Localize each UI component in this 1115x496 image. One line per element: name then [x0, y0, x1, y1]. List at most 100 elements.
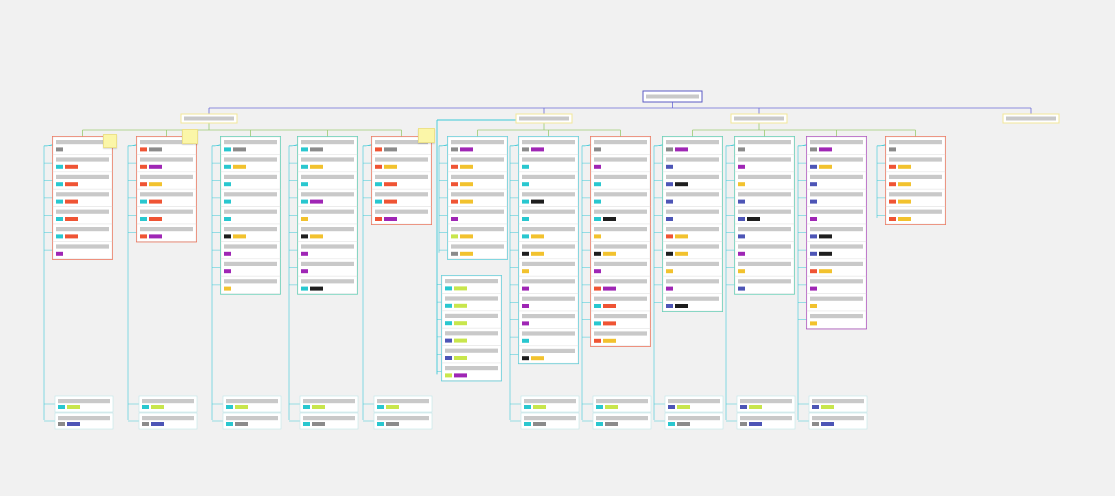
column-6-card-6-tag-orange	[460, 234, 473, 239]
column-2-card-6	[136, 223, 197, 242]
column-8-card-12-tag-orange	[603, 338, 616, 343]
column-7-card-13-box	[518, 345, 579, 364]
column-8-footer-2	[592, 412, 652, 430]
sticky-note-1[interactable]	[103, 134, 117, 148]
column-6-subcard-2-tag-cyan	[445, 303, 452, 308]
column-9-footer-2-title-placeholder	[668, 416, 720, 421]
column-7-card-13	[518, 345, 579, 364]
column-6-subcard-2-box	[441, 293, 502, 312]
column-9-card-2-title-placeholder	[666, 157, 719, 162]
column-11-card-4-box	[806, 188, 867, 207]
group-2-placeholder-text	[519, 116, 569, 121]
column-12-card-1-title-placeholder	[889, 140, 942, 145]
column-11-card-8-tag-orange	[819, 269, 832, 274]
column-11-card-6-tag-navy	[810, 234, 817, 239]
column-11-footer-2-tag-navy	[821, 422, 834, 426]
column-8-card-10-tag-cyan	[594, 304, 601, 308]
column-2-card-3-title-placeholder	[140, 174, 193, 179]
column-8-card-10-title-placeholder	[594, 296, 647, 301]
column-10-card-3-tag-orange	[738, 182, 745, 187]
column-4-footer-2-title-placeholder	[303, 416, 355, 421]
column-3-card-8-tag-purple	[224, 269, 231, 274]
column-9-card-7-tag-black	[666, 251, 673, 256]
column-5-footer-2-tag-cyan	[377, 422, 384, 426]
column-11-card-4-title-placeholder	[810, 192, 863, 197]
column-9-card-2	[662, 154, 723, 173]
column-7-card-7-box	[518, 241, 579, 260]
column-8-card-3-box	[590, 171, 651, 190]
column-11-card-1-tag-purple	[819, 147, 832, 152]
column-1-card-3-box	[52, 171, 113, 190]
column-11-footer-2	[808, 412, 868, 430]
column-6-card-5-tag-purple	[451, 217, 458, 221]
column-8-footer-1-tag-cyan	[596, 405, 603, 409]
column-4-card-7	[297, 241, 358, 260]
column-10-card-2-tag-purple	[738, 164, 745, 169]
column-1-card-5-title-placeholder	[56, 209, 109, 214]
column-2-card-2-tag-purple	[149, 164, 162, 169]
column-7-card-10-title-placeholder	[522, 296, 575, 301]
column-9-card-7-box	[662, 241, 723, 260]
column-5-card-4-title-placeholder	[375, 192, 428, 197]
column-10-card-8-title-placeholder	[738, 261, 791, 266]
column-9-card-3-title-placeholder	[666, 174, 719, 179]
column-7-card-1-title-placeholder	[522, 140, 575, 145]
column-9-card-9-tag-purple	[666, 286, 673, 291]
column-4-card-6-tag-orange	[310, 234, 323, 239]
column-11-card-3-box	[806, 171, 867, 190]
column-7-card-8-box	[518, 258, 579, 277]
column-8-card-10-tag-red	[603, 304, 616, 308]
column-4-card-2-box	[297, 154, 358, 173]
column-12-card-5-tag-orange	[898, 217, 911, 221]
column-6-card-3-box	[447, 171, 508, 190]
column-8-card-3	[590, 171, 651, 190]
column-6-subcard-2	[441, 293, 502, 312]
column-8-card-9-box	[590, 275, 651, 294]
column-9-card-6-tag-red	[666, 234, 673, 239]
column-6-card-1-tag-gray	[451, 147, 458, 152]
column-1-card-3	[52, 171, 113, 190]
column-5-card-2	[371, 154, 432, 173]
column-9-card-10-tag-navy	[666, 304, 673, 308]
column-7-card-5-tag-cyan	[522, 217, 529, 221]
column-7-card-4	[518, 188, 579, 207]
column-1-card-7-box	[52, 241, 113, 260]
column-8-card-11-tag-red	[603, 321, 616, 326]
column-10-card-4-box	[734, 188, 795, 207]
column-1-card-6-title-placeholder	[56, 227, 109, 232]
column-4-card-6-title-placeholder	[301, 227, 354, 232]
column-6-card-3-tag-orange	[460, 182, 473, 187]
column-7-card-7-title-placeholder	[522, 244, 575, 249]
sticky-note-2[interactable]	[182, 129, 198, 144]
column-7-card-12	[518, 328, 579, 347]
column-3-card-9-box	[220, 275, 281, 294]
column-6-card-2	[447, 154, 508, 173]
column-7-card-2	[518, 154, 579, 173]
column-6-card-6-tag-lime	[451, 234, 458, 239]
column-8-card-9-tag-red	[594, 286, 601, 291]
column-11-card-11-title-placeholder	[810, 314, 863, 319]
column-5-card-3-tag-cyan	[375, 182, 382, 187]
column-11-footer-1-tag-navy	[812, 405, 819, 409]
column-7-card-6	[518, 223, 579, 242]
column-10-card-4-tag-navy	[738, 199, 745, 204]
column-11-footer-2-tag-gray	[812, 422, 819, 426]
column-1-card-3-tag-cyan	[56, 182, 63, 187]
column-11-card-7-title-placeholder	[810, 244, 863, 249]
column-9-card-10-tag-black	[675, 304, 688, 308]
column-7-card-9-box	[518, 275, 579, 294]
column-3-card-8-box	[220, 258, 281, 277]
column-1-footer-1-title-placeholder	[58, 399, 110, 404]
column-4-card-7-title-placeholder	[301, 244, 354, 249]
sticky-note-3[interactable]	[418, 128, 435, 143]
column-7-card-7	[518, 241, 579, 260]
column-8-card-9-title-placeholder	[594, 279, 647, 284]
column-2-card-2	[136, 154, 197, 173]
column-10-card-5-tag-navy	[738, 217, 745, 221]
column-8-card-10-box	[590, 293, 651, 312]
column-11-card-10-tag-orange	[810, 304, 817, 308]
column-11-footer-2-title-placeholder	[812, 416, 864, 421]
column-4-card-6	[297, 223, 358, 242]
column-3-footer-2-title-placeholder	[226, 416, 278, 421]
column-10-card-9-tag-navy	[738, 286, 745, 291]
